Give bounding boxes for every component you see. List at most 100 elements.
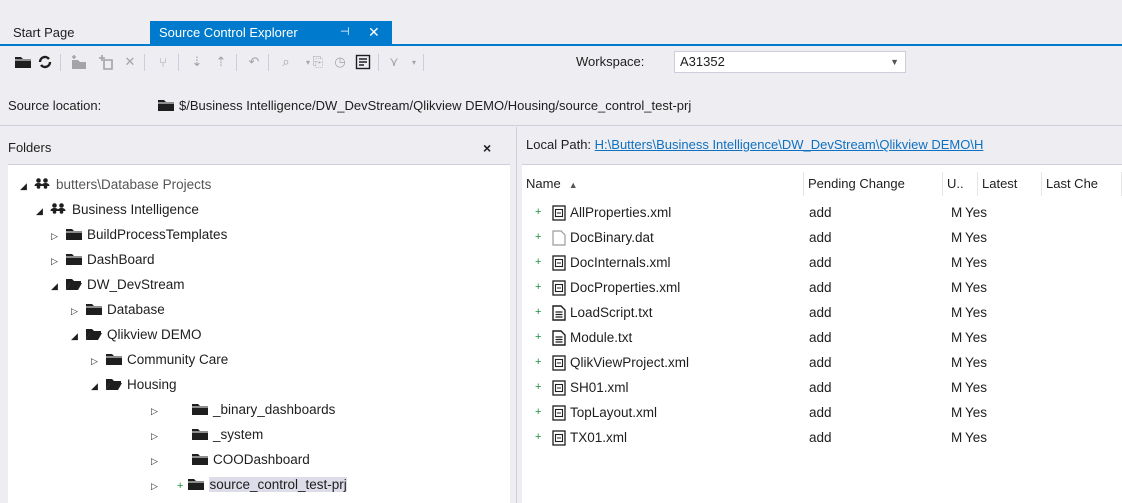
local-path-link[interactable]: H:\Butters\Business Intelligence\DW_DevS… xyxy=(595,137,984,152)
tree-node[interactable]: ▷ COODashboard xyxy=(151,447,310,472)
folder-open-icon xyxy=(105,374,123,390)
column-header[interactable]: U.. xyxy=(943,172,978,196)
file-row[interactable]: + TopLayout.xml add M Yes xyxy=(522,400,1122,425)
collapse-icon[interactable]: ◢ xyxy=(36,199,50,224)
column-header[interactable]: Pending Change xyxy=(804,172,943,196)
collapse-icon[interactable]: ◢ xyxy=(71,324,85,349)
expand-icon[interactable]: ▷ xyxy=(91,349,105,374)
folders-tree[interactable]: ◢ butters\Database Projects ◢ Business Inte… xyxy=(8,164,510,503)
tree-node[interactable]: ◢ Qlikview DEMO xyxy=(71,322,202,347)
folder-icon xyxy=(191,449,209,465)
tree-node[interactable]: ◢ butters\Database Projects xyxy=(20,172,211,197)
annotate-icon[interactable]: ⎘ xyxy=(308,52,328,72)
panel-splitter[interactable] xyxy=(516,127,517,503)
history-icon[interactable]: ◷ xyxy=(330,52,350,72)
tree-node[interactable]: ◢ Housing xyxy=(91,372,177,397)
file-row[interactable]: + DocInternals.xml add M Yes xyxy=(522,250,1122,275)
tree-node[interactable]: ▷ + source_control_test-prj xyxy=(151,472,347,497)
tree-node[interactable]: ▷ Database xyxy=(71,297,165,322)
cell-name: SH01.xml xyxy=(570,380,629,395)
pending-add-icon: + xyxy=(535,431,542,443)
file-row[interactable]: + DocProperties.xml add M Yes xyxy=(522,275,1122,300)
new-folder-icon[interactable] xyxy=(69,52,89,72)
refresh-icon[interactable] xyxy=(35,52,55,72)
expand-icon[interactable]: ▷ xyxy=(151,399,191,424)
collapse-icon[interactable]: ◢ xyxy=(91,374,105,399)
expand-icon[interactable]: ▷ xyxy=(71,299,85,324)
toolbar-separator xyxy=(60,54,61,71)
tree-node[interactable]: ◢ Business Intelligence xyxy=(36,197,199,222)
xml-file-icon xyxy=(552,254,566,271)
branch-icon[interactable]: ⑂ xyxy=(153,52,173,72)
tree-node[interactable]: ▷ DashBoard xyxy=(51,247,155,272)
check-in-icon[interactable]: ⇡ xyxy=(211,52,231,72)
close-tab-icon[interactable]: ✕ xyxy=(368,21,380,44)
collapse-icon[interactable]: ◢ xyxy=(51,274,65,299)
file-row[interactable]: + DocBinary.dat add M Yes xyxy=(522,225,1122,250)
xml-file-icon xyxy=(552,204,566,221)
tree-node[interactable]: ▷ _system xyxy=(151,422,263,447)
tree-node[interactable]: ▷ BuildProcessTemplates xyxy=(51,222,227,247)
source-location-value[interactable]: $/Business Intelligence/DW_DevStream/Qli… xyxy=(157,98,691,113)
expand-icon[interactable]: ▷ xyxy=(151,424,191,449)
cell-user: M xyxy=(951,305,963,320)
cell-pending: add xyxy=(809,405,832,420)
cell-pending: add xyxy=(809,280,832,295)
merge-icon[interactable]: ⋎ xyxy=(384,52,404,72)
get-latest-icon[interactable]: ⇣ xyxy=(187,52,207,72)
file-row[interactable]: + SH01.xml add M Yes xyxy=(522,375,1122,400)
merge-dropdown-icon[interactable]: ▾ xyxy=(404,52,424,72)
cell-pending: add xyxy=(809,305,832,320)
toolbar: ✕ ⑂ ⇣ ⇡ ↶ ⌕ ▾ ⎘ ◷ ⋎ ▾ Workspace: A31352 … xyxy=(0,47,1122,113)
toolbar-separator xyxy=(144,54,145,71)
cell-user: M xyxy=(951,255,963,270)
workspace-select[interactable]: A31352 ▼ xyxy=(674,51,906,73)
pin-icon[interactable]: ⊣ xyxy=(340,21,350,44)
file-list: Name ▲ Pending Change U.. Latest Last Che + Al… xyxy=(522,164,1122,503)
tab-source-control-explorer[interactable]: Source Control Explorer ⊣ ✕ xyxy=(150,21,392,44)
close-folders-icon[interactable]: × xyxy=(483,137,491,159)
cell-latest: Yes xyxy=(965,280,988,295)
sort-ascending-icon: ▲ xyxy=(568,180,578,190)
file-row[interactable]: + TX01.xml add M Yes xyxy=(522,425,1122,450)
tree-node-label: BuildProcessTemplates xyxy=(87,227,228,242)
compare-icon[interactable]: ⌕ xyxy=(276,52,296,72)
collapse-icon[interactable]: ◢ xyxy=(20,174,34,199)
tree-node[interactable]: ▷ Community Care xyxy=(91,347,228,372)
toggle-folders-icon[interactable] xyxy=(13,52,33,72)
tree-node[interactable]: ◢ DW_DevStream xyxy=(51,272,185,297)
cell-pending: add xyxy=(809,255,832,270)
column-header[interactable]: Name ▲ xyxy=(522,172,804,196)
undo-icon[interactable]: ↶ xyxy=(244,52,264,72)
tree-node[interactable]: ▷ _binary_dashboards xyxy=(151,397,335,422)
column-header[interactable]: Latest xyxy=(978,172,1042,196)
column-headers: Name ▲ Pending Change U.. Latest Last Che xyxy=(522,172,1122,196)
cell-pending: add xyxy=(809,355,832,370)
cell-pending: add xyxy=(809,430,832,445)
cell-user: M xyxy=(951,230,963,245)
file-row[interactable]: + LoadScript.txt add M Yes xyxy=(522,300,1122,325)
column-header-label: Latest xyxy=(982,176,1018,191)
file-row[interactable]: + QlikViewProject.xml add M Yes xyxy=(522,350,1122,375)
folder-icon xyxy=(65,249,83,265)
cell-user: M xyxy=(951,430,963,445)
delete-icon[interactable]: ✕ xyxy=(120,52,140,72)
cell-latest: Yes xyxy=(965,330,988,345)
expand-icon[interactable]: ▷ xyxy=(51,224,65,249)
expand-icon[interactable]: ▷ xyxy=(151,449,191,474)
cell-latest: Yes xyxy=(965,255,988,270)
xml-file-icon xyxy=(552,429,566,446)
column-header[interactable]: Last Che xyxy=(1042,172,1122,196)
cell-latest: Yes xyxy=(965,205,988,220)
add-items-icon[interactable] xyxy=(96,52,116,72)
properties-icon[interactable] xyxy=(353,52,373,72)
file-row[interactable]: + Module.txt add M Yes xyxy=(522,325,1122,350)
file-row[interactable]: + AllProperties.xml add M Yes xyxy=(522,200,1122,225)
folders-title: Folders xyxy=(8,140,52,155)
tab-start-page[interactable]: Start Page xyxy=(4,21,83,44)
folder-open-icon xyxy=(85,324,103,340)
cell-latest: Yes xyxy=(965,380,988,395)
expand-icon[interactable]: ▷ xyxy=(151,474,177,499)
folder-open-icon xyxy=(65,274,83,290)
expand-icon[interactable]: ▷ xyxy=(51,249,65,274)
